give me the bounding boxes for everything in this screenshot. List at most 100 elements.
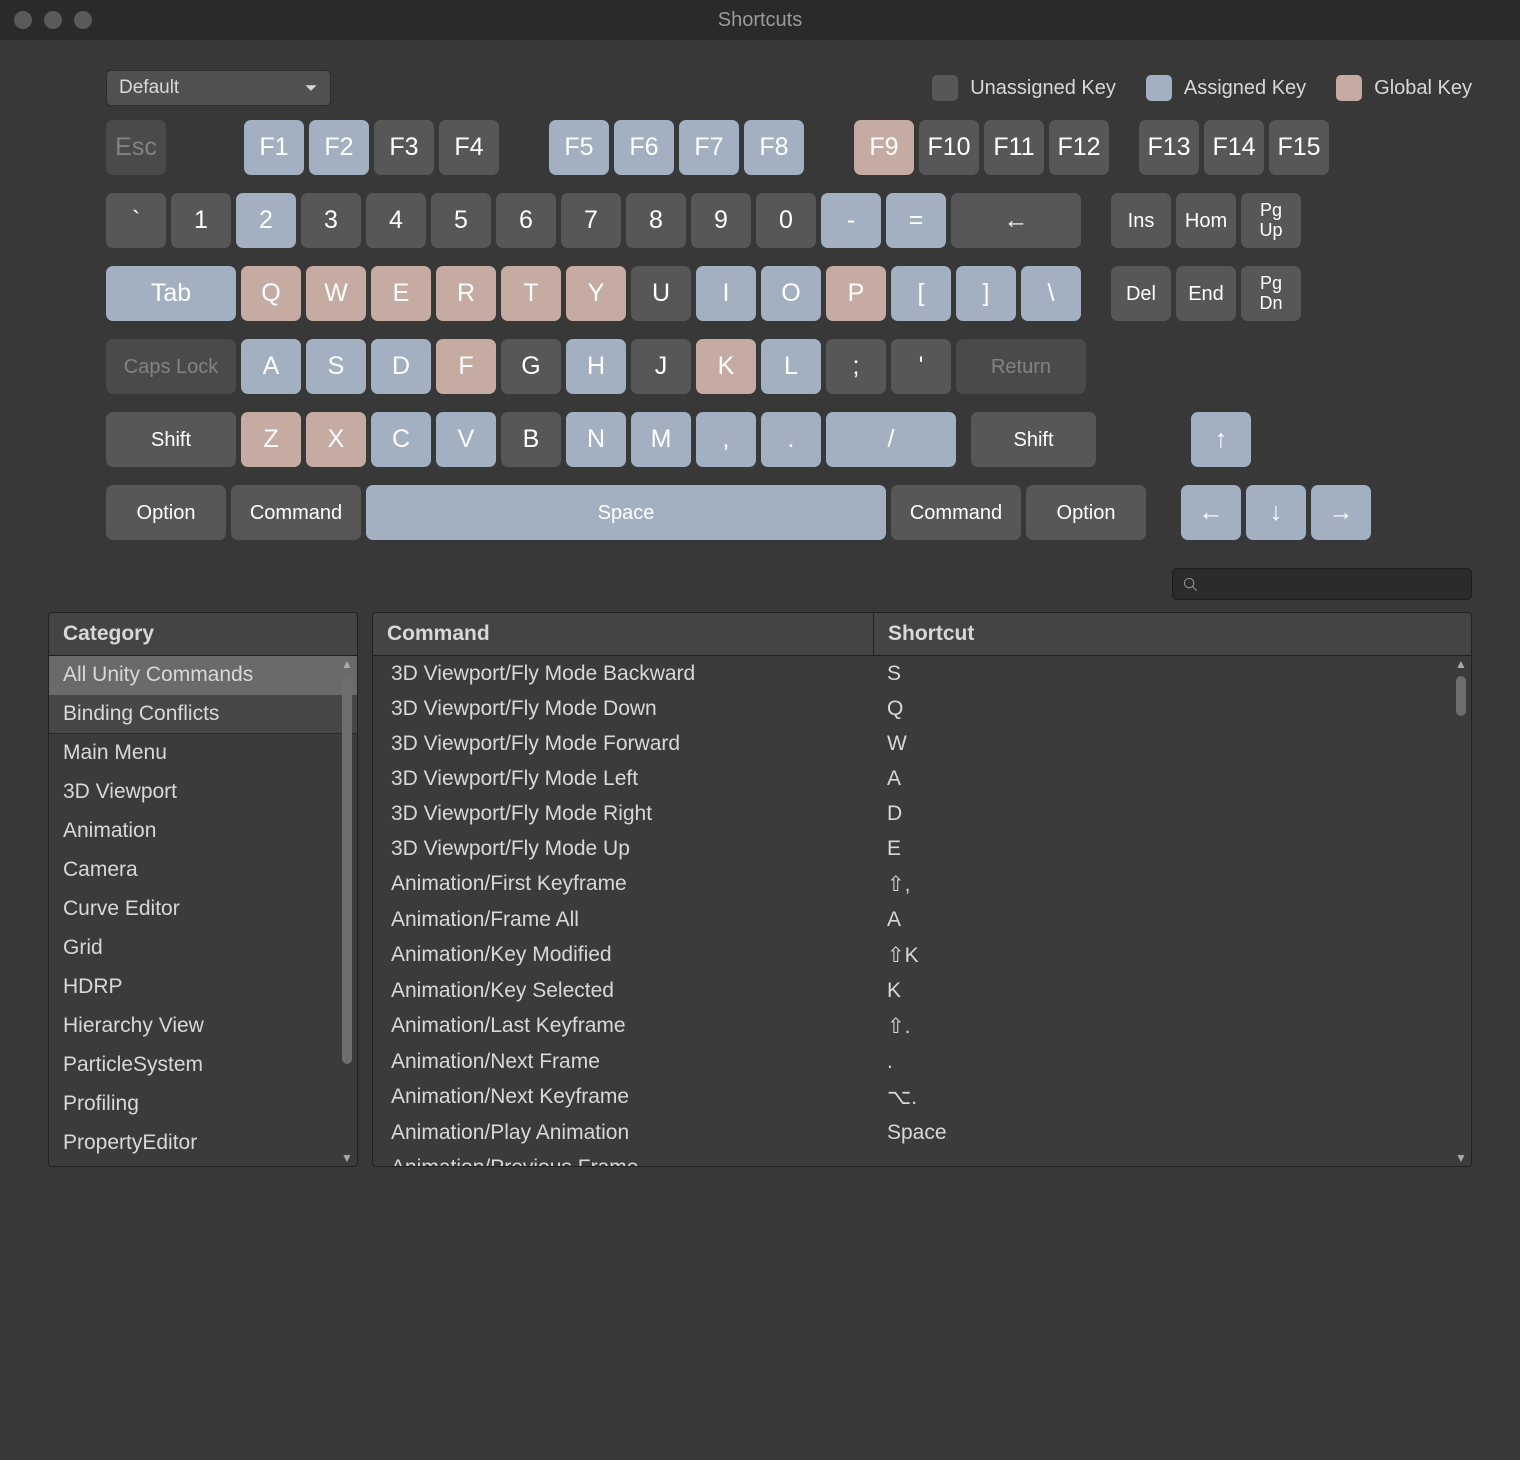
profile-select[interactable]: Default <box>106 70 331 106</box>
key-h[interactable]: H <box>566 339 626 394</box>
command-row[interactable]: Animation/Previous Frame, <box>373 1150 1471 1166</box>
key-k[interactable]: K <box>696 339 756 394</box>
key-f2[interactable]: F2 <box>309 120 369 175</box>
commands-scrollbar[interactable]: ▲ ▼ <box>1453 656 1469 1166</box>
key-f12[interactable]: F12 <box>1049 120 1109 175</box>
category-item[interactable]: PropertyEditor <box>49 1124 357 1163</box>
command-row[interactable]: 3D Viewport/Fly Mode DownQ <box>373 691 1471 726</box>
key-o[interactable]: O <box>761 266 821 321</box>
key-del[interactable]: Del <box>1111 266 1171 321</box>
key-r[interactable]: R <box>436 266 496 321</box>
key-command[interactable]: Command <box>891 485 1021 540</box>
key-p[interactable]: P <box>826 266 886 321</box>
key-x[interactable]: X <box>306 412 366 467</box>
key--[interactable]: ' <box>891 339 951 394</box>
key-f10[interactable]: F10 <box>919 120 979 175</box>
key-c[interactable]: C <box>371 412 431 467</box>
category-item[interactable]: Hierarchy View <box>49 1007 357 1046</box>
key-shift[interactable]: Shift <box>106 412 236 467</box>
category-item[interactable]: 3D Viewport <box>49 773 357 812</box>
key-0[interactable]: 0 <box>756 193 816 248</box>
key--[interactable]: ] <box>956 266 1016 321</box>
key-2[interactable]: 2 <box>236 193 296 248</box>
command-row[interactable]: Animation/Last Keyframe⇧. <box>373 1008 1471 1044</box>
key--[interactable]: = <box>886 193 946 248</box>
key--[interactable]: ↓ <box>1246 485 1306 540</box>
category-item[interactable]: Curve Editor <box>49 890 357 929</box>
command-row[interactable]: 3D Viewport/Fly Mode UpE <box>373 831 1471 866</box>
category-item[interactable]: Scene Picking <box>49 1163 357 1166</box>
key--[interactable]: ← <box>951 193 1081 248</box>
key-m[interactable]: M <box>631 412 691 467</box>
key-shift[interactable]: Shift <box>971 412 1096 467</box>
key-j[interactable]: J <box>631 339 691 394</box>
key--[interactable]: . <box>761 412 821 467</box>
category-item[interactable]: Main Menu <box>49 734 357 773</box>
scroll-down-icon[interactable]: ▼ <box>1453 1150 1469 1166</box>
command-row[interactable]: Animation/Key SelectedK <box>373 973 1471 1008</box>
scroll-thumb[interactable] <box>342 674 352 1064</box>
key-y[interactable]: Y <box>566 266 626 321</box>
key-f5[interactable]: F5 <box>549 120 609 175</box>
command-row[interactable]: Animation/Frame AllA <box>373 902 1471 937</box>
key-pg-dn[interactable]: PgDn <box>1241 266 1301 321</box>
key--[interactable]: - <box>821 193 881 248</box>
key-f7[interactable]: F7 <box>679 120 739 175</box>
key-3[interactable]: 3 <box>301 193 361 248</box>
key-f1[interactable]: F1 <box>244 120 304 175</box>
key-8[interactable]: 8 <box>626 193 686 248</box>
key-f11[interactable]: F11 <box>984 120 1044 175</box>
scroll-thumb[interactable] <box>1456 676 1466 716</box>
search-field[interactable] <box>1172 568 1472 600</box>
scroll-up-icon[interactable]: ▲ <box>339 656 355 672</box>
key--[interactable]: ↑ <box>1191 412 1251 467</box>
command-row[interactable]: Animation/First Keyframe⇧, <box>373 866 1471 902</box>
key--[interactable]: ← <box>1181 485 1241 540</box>
category-item[interactable]: Grid <box>49 929 357 968</box>
key-t[interactable]: T <box>501 266 561 321</box>
key-w[interactable]: W <box>306 266 366 321</box>
key--[interactable]: , <box>696 412 756 467</box>
category-item[interactable]: Profiling <box>49 1085 357 1124</box>
category-scrollbar[interactable]: ▲ ▼ <box>339 656 355 1166</box>
category-item[interactable]: All Unity Commands <box>49 656 357 695</box>
scroll-down-icon[interactable]: ▼ <box>339 1150 355 1166</box>
key-end[interactable]: End <box>1176 266 1236 321</box>
key-u[interactable]: U <box>631 266 691 321</box>
category-item[interactable]: ParticleSystem <box>49 1046 357 1085</box>
key-z[interactable]: Z <box>241 412 301 467</box>
command-row[interactable]: Animation/Play AnimationSpace <box>373 1115 1471 1150</box>
key-s[interactable]: S <box>306 339 366 394</box>
key-option[interactable]: Option <box>106 485 226 540</box>
scroll-up-icon[interactable]: ▲ <box>1453 656 1469 672</box>
command-row[interactable]: 3D Viewport/Fly Mode ForwardW <box>373 726 1471 761</box>
key-option[interactable]: Option <box>1026 485 1146 540</box>
key-f13[interactable]: F13 <box>1139 120 1199 175</box>
key--[interactable]: ` <box>106 193 166 248</box>
commands-list[interactable]: 3D Viewport/Fly Mode BackwardS3D Viewpor… <box>373 656 1471 1166</box>
command-row[interactable]: Animation/Next Keyframe⌥. <box>373 1079 1471 1115</box>
category-item[interactable]: HDRP <box>49 968 357 1007</box>
key-f9[interactable]: F9 <box>854 120 914 175</box>
category-item[interactable]: Camera <box>49 851 357 890</box>
key-l[interactable]: L <box>761 339 821 394</box>
key-space[interactable]: Space <box>366 485 886 540</box>
key-f8[interactable]: F8 <box>744 120 804 175</box>
command-row[interactable]: Animation/Key Modified⇧K <box>373 937 1471 973</box>
category-item[interactable]: Binding Conflicts <box>49 695 357 734</box>
key--[interactable]: / <box>826 412 956 467</box>
key-f6[interactable]: F6 <box>614 120 674 175</box>
key-5[interactable]: 5 <box>431 193 491 248</box>
key-f14[interactable]: F14 <box>1204 120 1264 175</box>
key-tab[interactable]: Tab <box>106 266 236 321</box>
key-e[interactable]: E <box>371 266 431 321</box>
key-v[interactable]: V <box>436 412 496 467</box>
key-f3[interactable]: F3 <box>374 120 434 175</box>
key-4[interactable]: 4 <box>366 193 426 248</box>
command-row[interactable]: 3D Viewport/Fly Mode LeftA <box>373 761 1471 796</box>
key-a[interactable]: A <box>241 339 301 394</box>
key-g[interactable]: G <box>501 339 561 394</box>
key-f[interactable]: F <box>436 339 496 394</box>
key-f15[interactable]: F15 <box>1269 120 1329 175</box>
category-list[interactable]: All Unity CommandsBinding ConflictsMain … <box>49 656 357 1166</box>
